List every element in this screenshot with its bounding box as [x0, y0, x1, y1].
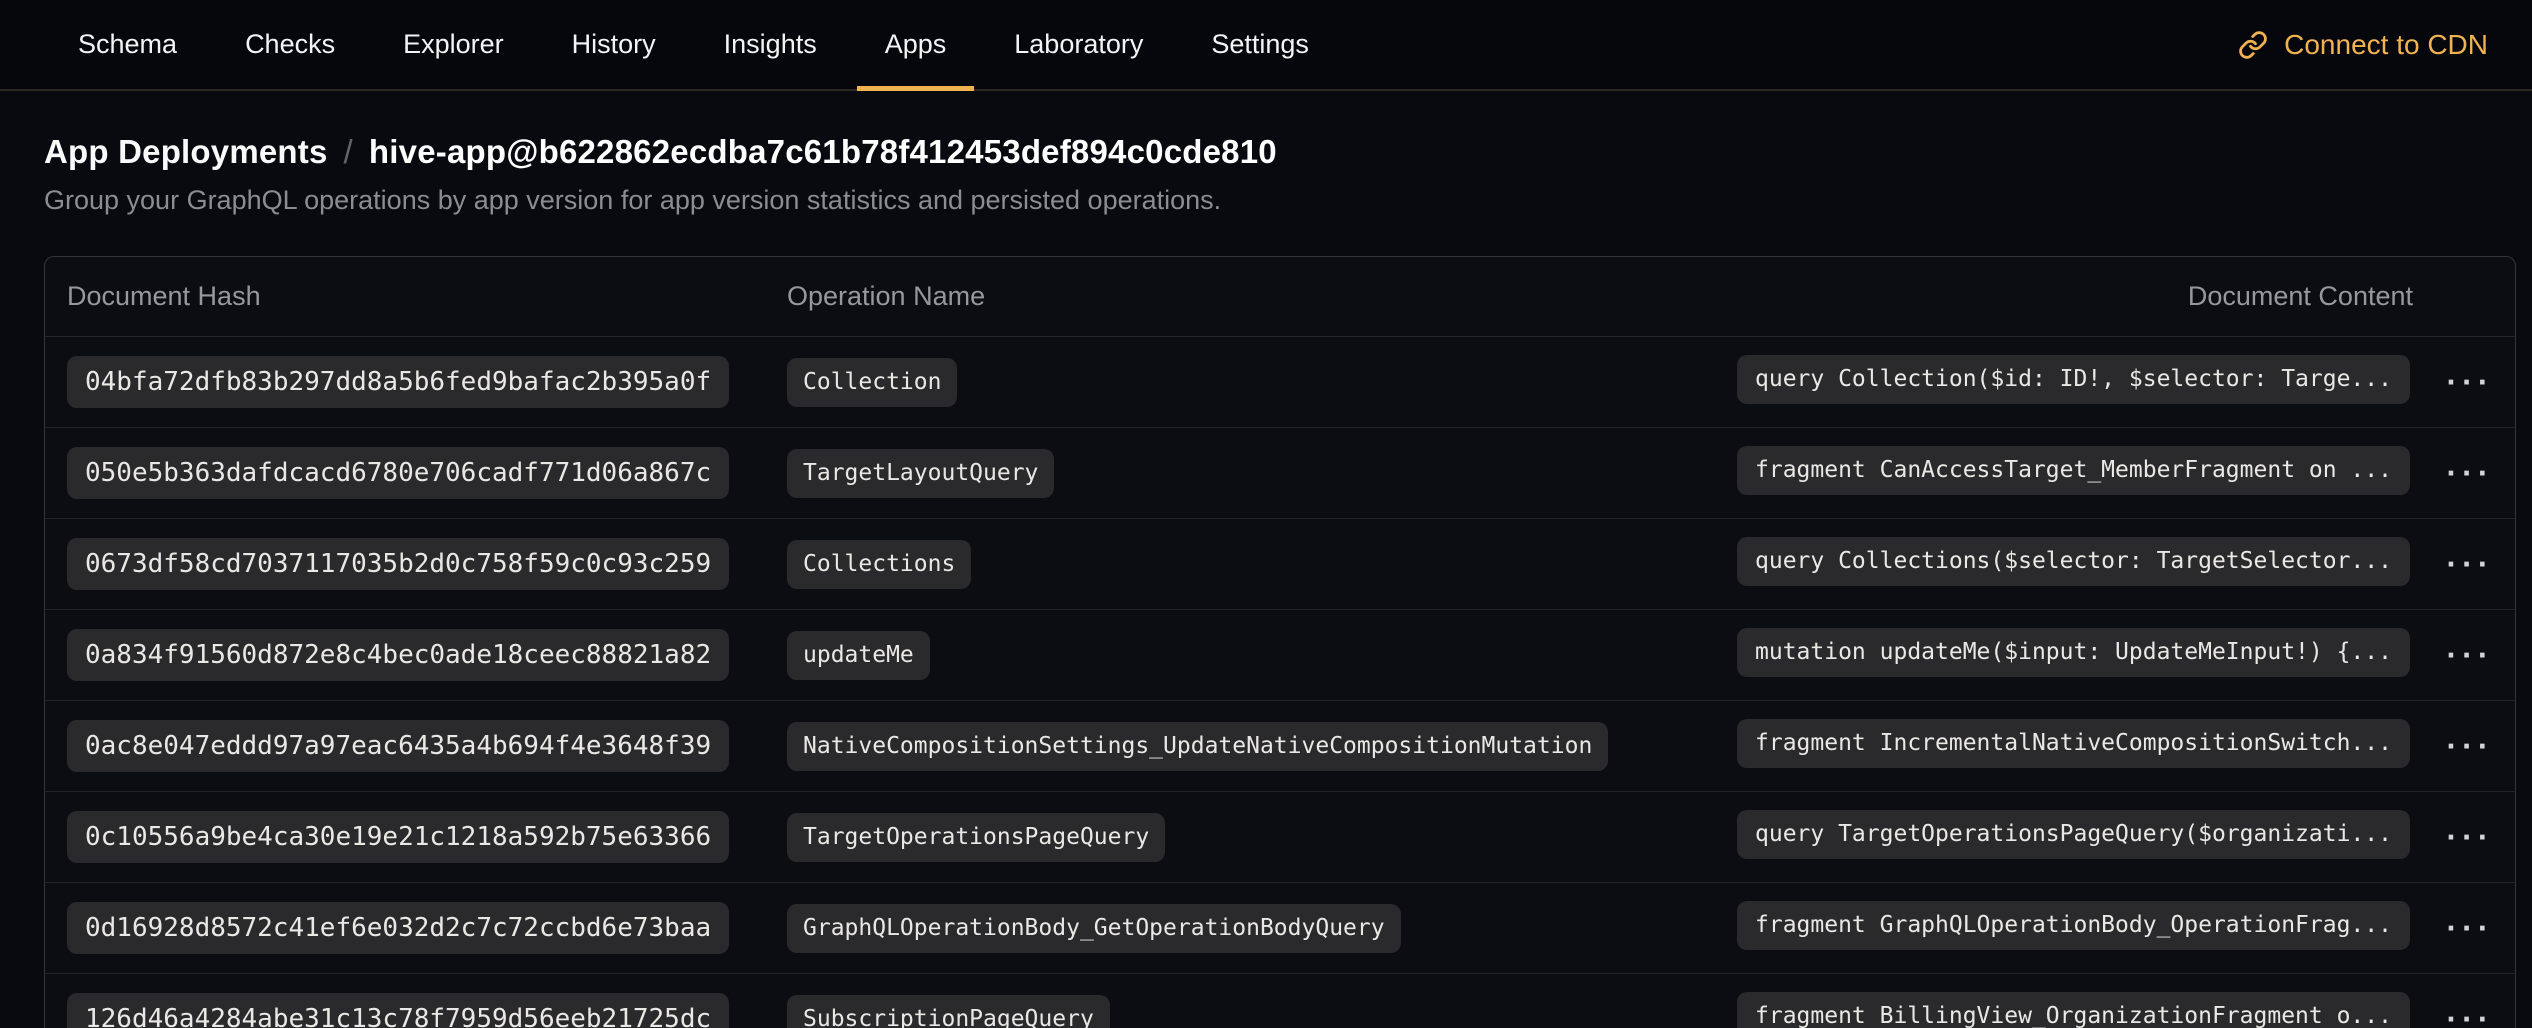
- table-row: 0a834f91560d872e8c4bec0ade18ceec88821a82…: [45, 610, 2515, 701]
- operation-name-pill: TargetLayoutQuery: [787, 449, 1054, 498]
- ellipsis-icon: ···: [2447, 364, 2494, 400]
- table-header: Document Hash Operation Name Document Co…: [45, 257, 2515, 337]
- column-header-document-hash: Document Hash: [67, 281, 787, 312]
- tab-label: Schema: [78, 29, 177, 60]
- document-content-pill: query Collections($selector: TargetSelec…: [1737, 537, 2410, 586]
- operation-name-pill: TargetOperationsPageQuery: [787, 813, 1165, 862]
- connect-to-cdn-button[interactable]: Connect to CDN: [2238, 0, 2488, 89]
- table-body: 04bfa72dfb83b297dd8a5b6fed9bafac2b395a0f…: [45, 337, 2515, 1028]
- page-content: App Deployments / hive-app@b622862ecdba7…: [0, 91, 2532, 1028]
- document-content-pill: query TargetOperationsPageQuery($organiz…: [1737, 810, 2410, 859]
- table-row: 0d16928d8572c41ef6e032d2c7c72ccbd6e73baa…: [45, 883, 2515, 974]
- top-nav: Schema Checks Explorer History Insights …: [0, 0, 2532, 91]
- ellipsis-icon: ···: [2447, 1001, 2494, 1028]
- page-subtitle: Group your GraphQL operations by app ver…: [44, 185, 2516, 216]
- tab-label: Laboratory: [1014, 29, 1143, 60]
- deployments-table: Document Hash Operation Name Document Co…: [44, 256, 2516, 1028]
- document-hash-pill: 0d16928d8572c41ef6e032d2c7c72ccbd6e73baa: [67, 902, 729, 954]
- document-hash-pill: 126d46a4284abe31c13c78f7959d56eeb21725dc: [67, 993, 729, 1028]
- row-menu-button[interactable]: ···: [2419, 364, 2515, 401]
- tab-label: Apps: [885, 29, 947, 60]
- breadcrumb: App Deployments / hive-app@b622862ecdba7…: [44, 133, 2516, 171]
- operation-name-pill: NativeCompositionSettings_UpdateNativeCo…: [787, 722, 1608, 771]
- document-hash-pill: 0a834f91560d872e8c4bec0ade18ceec88821a82: [67, 629, 729, 681]
- ellipsis-icon: ···: [2447, 819, 2494, 855]
- document-content-pill: mutation updateMe($input: UpdateMeInput!…: [1737, 628, 2410, 677]
- document-hash-pill: 0ac8e047eddd97a97eac6435a4b694f4e3648f39: [67, 720, 729, 772]
- document-hash-pill: 0673df58cd7037117035b2d0c758f59c0c93c259: [67, 538, 729, 590]
- breadcrumb-app-version: hive-app@b622862ecdba7c61b78f412453def89…: [369, 133, 1277, 171]
- operation-name-pill: SubscriptionPageQuery: [787, 995, 1110, 1028]
- document-content-pill: fragment BillingView_OrganizationFragmen…: [1737, 992, 2410, 1028]
- row-menu-button[interactable]: ···: [2419, 728, 2515, 765]
- document-hash-pill: 0c10556a9be4ca30e19e21c1218a592b75e63366: [67, 811, 729, 863]
- link-icon: [2238, 30, 2268, 60]
- ellipsis-icon: ···: [2447, 546, 2494, 582]
- ellipsis-icon: ···: [2447, 455, 2494, 491]
- operation-name-pill: GraphQLOperationBody_GetOperationBodyQue…: [787, 904, 1401, 953]
- document-content-pill: fragment CanAccessTarget_MemberFragment …: [1737, 446, 2410, 495]
- document-content-pill: fragment IncrementalNativeCompositionSwi…: [1737, 719, 2410, 768]
- document-content-pill: fragment GraphQLOperationBody_OperationF…: [1737, 901, 2410, 950]
- tab-schema[interactable]: Schema: [44, 0, 211, 89]
- nav-tabs: Schema Checks Explorer History Insights …: [44, 0, 1343, 89]
- table-row: 04bfa72dfb83b297dd8a5b6fed9bafac2b395a0f…: [45, 337, 2515, 428]
- column-header-operation-name: Operation Name: [787, 281, 1737, 312]
- breadcrumb-app-deployments-link[interactable]: App Deployments: [44, 133, 328, 171]
- table-row: 050e5b363dafdcacd6780e706cadf771d06a867c…: [45, 428, 2515, 519]
- tab-label: Checks: [245, 29, 335, 60]
- connect-to-cdn-label: Connect to CDN: [2284, 29, 2488, 61]
- row-menu-button[interactable]: ···: [2419, 910, 2515, 947]
- tab-explorer[interactable]: Explorer: [369, 0, 538, 89]
- ellipsis-icon: ···: [2447, 910, 2494, 946]
- tab-checks[interactable]: Checks: [211, 0, 369, 89]
- table-row: 0ac8e047eddd97a97eac6435a4b694f4e3648f39…: [45, 701, 2515, 792]
- operation-name-pill: updateMe: [787, 631, 930, 680]
- document-hash-pill: 050e5b363dafdcacd6780e706cadf771d06a867c: [67, 447, 729, 499]
- tab-history[interactable]: History: [538, 0, 690, 89]
- tab-insights[interactable]: Insights: [690, 0, 851, 89]
- tab-settings[interactable]: Settings: [1177, 0, 1343, 89]
- table-row: 0c10556a9be4ca30e19e21c1218a592b75e63366…: [45, 792, 2515, 883]
- ellipsis-icon: ···: [2447, 728, 2494, 764]
- breadcrumb-separator: /: [344, 133, 353, 171]
- table-row: 0673df58cd7037117035b2d0c758f59c0c93c259…: [45, 519, 2515, 610]
- document-content-pill: query Collection($id: ID!, $selector: Ta…: [1737, 355, 2410, 404]
- operation-name-pill: Collections: [787, 540, 971, 589]
- row-menu-button[interactable]: ···: [2419, 546, 2515, 583]
- tab-label: Insights: [724, 29, 817, 60]
- column-header-document-content: Document Content: [1737, 281, 2419, 312]
- row-menu-button[interactable]: ···: [2419, 637, 2515, 674]
- document-hash-pill: 04bfa72dfb83b297dd8a5b6fed9bafac2b395a0f: [67, 356, 729, 408]
- tab-apps[interactable]: Apps: [851, 0, 981, 89]
- tab-laboratory[interactable]: Laboratory: [980, 0, 1177, 89]
- tab-label: History: [572, 29, 656, 60]
- ellipsis-icon: ···: [2447, 637, 2494, 673]
- tab-label: Explorer: [403, 29, 504, 60]
- operation-name-pill: Collection: [787, 358, 957, 407]
- row-menu-button[interactable]: ···: [2419, 819, 2515, 856]
- row-menu-button[interactable]: ···: [2419, 1001, 2515, 1028]
- tab-label: Settings: [1211, 29, 1309, 60]
- table-row: 126d46a4284abe31c13c78f7959d56eeb21725dc…: [45, 974, 2515, 1028]
- row-menu-button[interactable]: ···: [2419, 455, 2515, 492]
